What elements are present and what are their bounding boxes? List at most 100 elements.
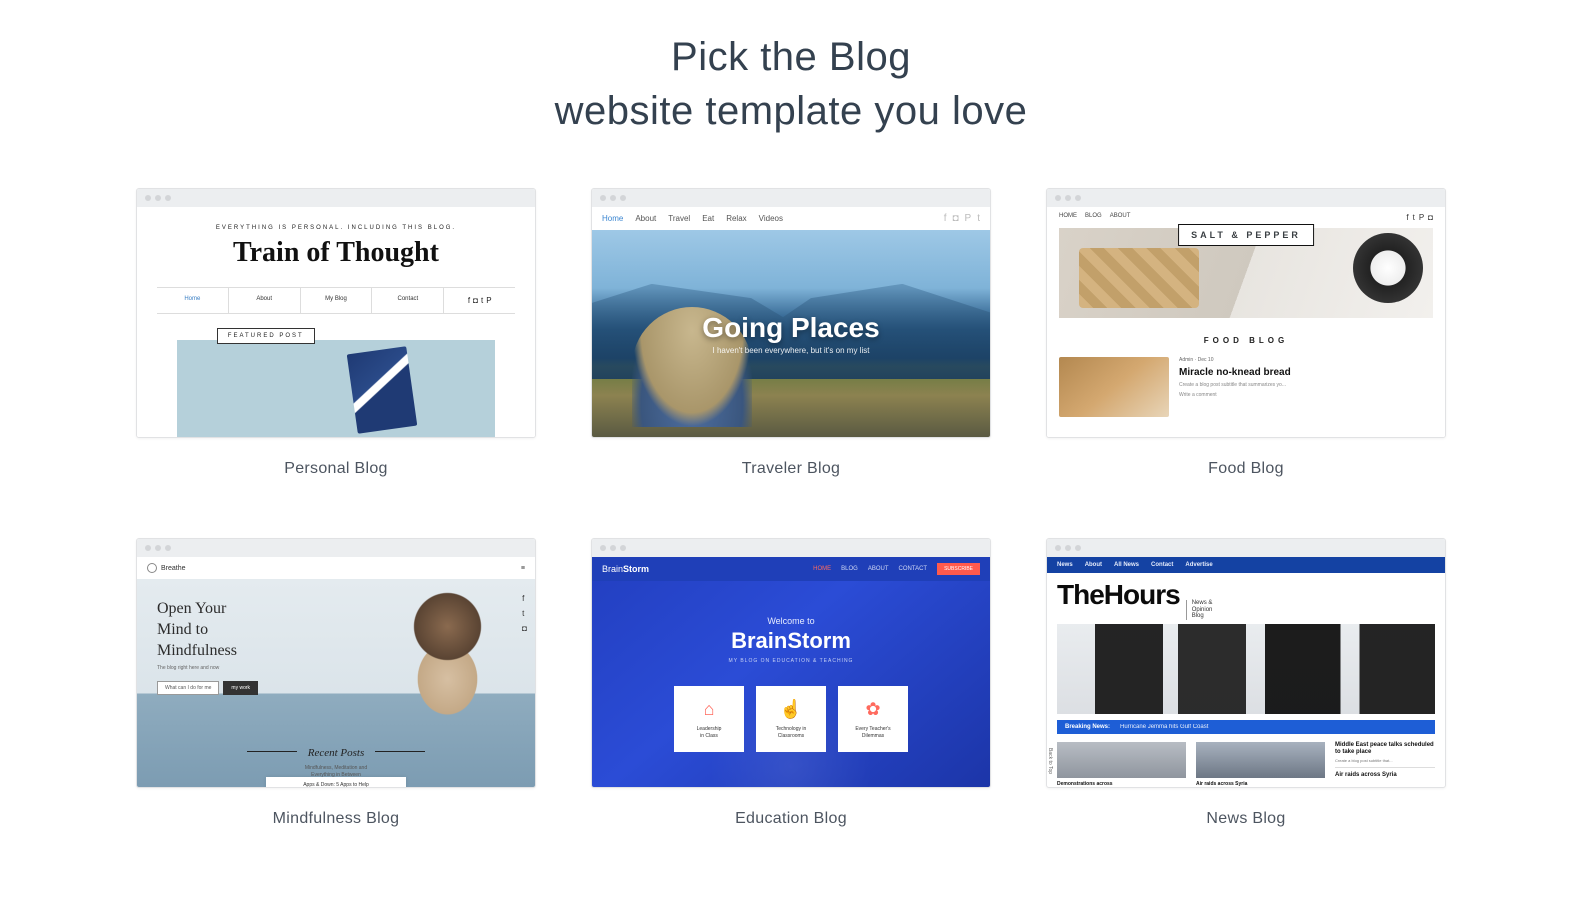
masthead: TheHours News & Opinion Blog xyxy=(1047,573,1445,622)
hero-image xyxy=(1057,624,1435,714)
instagram-icon: ◘ xyxy=(1428,213,1433,222)
nav-eat: Eat xyxy=(702,214,714,223)
template-card-mindfulness-blog: Breathe ≡ Open Your Mind to Mindfulness … xyxy=(136,538,536,828)
post-author: Admin · Dec 10 xyxy=(1179,357,1433,363)
nav-videos: Videos xyxy=(759,214,783,223)
feature-card: ☝ Technology in Classrooms xyxy=(756,686,826,752)
template-label: Personal Blog xyxy=(284,460,388,478)
card-text: Technology in Classrooms xyxy=(772,726,811,739)
facebook-icon: f xyxy=(522,594,527,603)
top-bar: BrainStorm HOME BLOG ABOUT CONTACT SUBSC… xyxy=(592,557,990,581)
cta-button-1: What can I do for me xyxy=(157,681,219,695)
sidebar-stories: Middle East peace talks scheduled to tak… xyxy=(1335,742,1435,787)
template-thumbnail-news-blog[interactable]: News About All News Contact Advertise Th… xyxy=(1046,538,1446,788)
template-label: Education Blog xyxy=(735,810,847,828)
feature-card: ⌂ Leadership in Class xyxy=(674,686,744,752)
post-comment: Write a comment xyxy=(1179,392,1433,398)
card-text: Every Teacher's Dilemmas xyxy=(851,726,894,739)
hero-title: BrainStorm xyxy=(731,628,851,654)
cta-button-2: my work xyxy=(223,681,258,695)
browser-chrome xyxy=(1047,539,1445,557)
template-card-traveler-blog: Home About Travel Eat Relax Videos f ◘ P… xyxy=(591,188,991,478)
back-to-top: Back to Top xyxy=(1047,745,1055,777)
template-preview: EVERYTHING IS PERSONAL. INCLUDING THIS B… xyxy=(137,207,535,437)
template-label: Traveler Blog xyxy=(742,460,840,478)
feature-cards: ⌂ Leadership in Class ☝ Technology in Cl… xyxy=(674,686,908,752)
instagram-icon: ◘ xyxy=(953,213,959,224)
nav-contact: Contact xyxy=(372,288,444,313)
social-vertical: f t ◘ xyxy=(522,594,527,633)
nav-bar: Home About My Blog Contact f ◘ t P xyxy=(157,287,515,314)
nav-item: All News xyxy=(1114,562,1139,568)
template-thumbnail-food-blog[interactable]: HOME BLOG ABOUT f t P ◘ SALT & PEPPER FO… xyxy=(1046,188,1446,438)
breaking-label: Breaking News: xyxy=(1065,724,1110,730)
post-image xyxy=(1059,357,1169,417)
nav-menu: Home About Travel Eat Relax Videos xyxy=(602,214,783,223)
thumb-image xyxy=(1196,742,1325,778)
social-icons: f t P ◘ xyxy=(1406,213,1433,222)
template-thumbnail-personal-blog[interactable]: EVERYTHING IS PERSONAL. INCLUDING THIS B… xyxy=(136,188,536,438)
nav: HOME BLOG ABOUT CONTACT SUBSCRIBE xyxy=(813,563,980,575)
hero: Welcome to BrainStorm MY BLOG ON EDUCATI… xyxy=(592,581,990,787)
pinterest-icon: P xyxy=(486,296,491,305)
template-thumbnail-mindfulness-blog[interactable]: Breathe ≡ Open Your Mind to Mindfulness … xyxy=(136,538,536,788)
instagram-icon: ◘ xyxy=(522,624,527,633)
top-nav: News About All News Contact Advertise xyxy=(1047,557,1445,573)
recent-card: Apps & Down: 5 Apps to Help xyxy=(266,777,406,787)
social-icons: f ◘ P t xyxy=(944,213,980,224)
template-card-education-blog: BrainStorm HOME BLOG ABOUT CONTACT SUBSC… xyxy=(591,538,991,828)
brand-text: Breathe xyxy=(161,565,186,572)
tagline: FOOD BLOG xyxy=(1047,336,1445,345)
nav-relax: Relax xyxy=(726,214,746,223)
nav-item: News xyxy=(1057,562,1073,568)
template-preview: News About All News Contact Advertise Th… xyxy=(1047,557,1445,787)
card-text: Leadership in Class xyxy=(693,726,726,739)
nav-contact: CONTACT xyxy=(899,566,928,572)
template-card-food-blog: HOME BLOG ABOUT f t P ◘ SALT & PEPPER FO… xyxy=(1046,188,1446,478)
twitter-icon: t xyxy=(522,609,527,618)
pinterest-icon: P xyxy=(1419,213,1424,222)
facebook-icon: f xyxy=(468,296,470,305)
story-thumb: Air raids across Syria xyxy=(1196,742,1325,787)
browser-chrome xyxy=(592,539,990,557)
nav-item: About xyxy=(1085,562,1102,568)
instagram-icon: ◘ xyxy=(473,296,478,305)
template-thumbnail-traveler-blog[interactable]: Home About Travel Eat Relax Videos f ◘ P… xyxy=(591,188,991,438)
thumb-title: Air raids across Syria xyxy=(1196,781,1325,787)
twitter-icon: t xyxy=(481,296,483,305)
hero-image: FEATURED POST xyxy=(177,340,495,437)
thumb-image xyxy=(1057,742,1186,778)
brand: BrainStorm xyxy=(602,564,649,574)
template-preview: HOME BLOG ABOUT f t P ◘ SALT & PEPPER FO… xyxy=(1047,207,1445,437)
feature-card: ✿ Every Teacher's Dilemmas xyxy=(838,686,908,752)
building-icon: ⌂ xyxy=(704,699,715,720)
story-thumbs: Demonstrations across Air raids across S… xyxy=(1057,742,1435,787)
template-preview: BrainStorm HOME BLOG ABOUT CONTACT SUBSC… xyxy=(592,557,990,787)
side-story-title: Air raids across Syria xyxy=(1335,772,1435,779)
page-title: Pick the Blog website template you love xyxy=(0,0,1582,148)
side-story-sub: Create a blog post subtitle that... xyxy=(1335,758,1435,768)
nav-home: HOME xyxy=(813,566,831,572)
twitter-icon: t xyxy=(977,213,980,224)
hero-banner: SALT & PEPPER xyxy=(1059,228,1433,318)
featured-badge: FEATURED POST xyxy=(217,328,315,344)
template-label: Food Blog xyxy=(1208,460,1284,478)
browser-chrome xyxy=(137,539,535,557)
site-tagline: News & Opinion Blog xyxy=(1186,600,1213,620)
recent-posts: Recent Posts Mindfulness, Meditation and… xyxy=(137,735,535,787)
subscribe-button: SUBSCRIBE xyxy=(937,563,980,575)
nav-home: Home xyxy=(157,288,229,313)
hero-title: Going Places xyxy=(702,312,879,344)
top-bar: Breathe ≡ xyxy=(137,557,535,579)
nav-about: About xyxy=(229,288,301,313)
template-thumbnail-education-blog[interactable]: BrainStorm HOME BLOG ABOUT CONTACT SUBSC… xyxy=(591,538,991,788)
nav-links: HOME BLOG ABOUT xyxy=(1059,213,1130,222)
story-thumb: Demonstrations across xyxy=(1057,742,1186,787)
calculator-icon: ☝ xyxy=(780,699,802,720)
template-card-news-blog: News About All News Contact Advertise Th… xyxy=(1046,538,1446,828)
thumb-title: Demonstrations across xyxy=(1057,781,1186,787)
nav-home: Home xyxy=(602,214,623,223)
nav-about: About xyxy=(635,214,656,223)
top-bar: Home About Travel Eat Relax Videos f ◘ P… xyxy=(592,207,990,230)
pinterest-icon: P xyxy=(965,213,972,224)
